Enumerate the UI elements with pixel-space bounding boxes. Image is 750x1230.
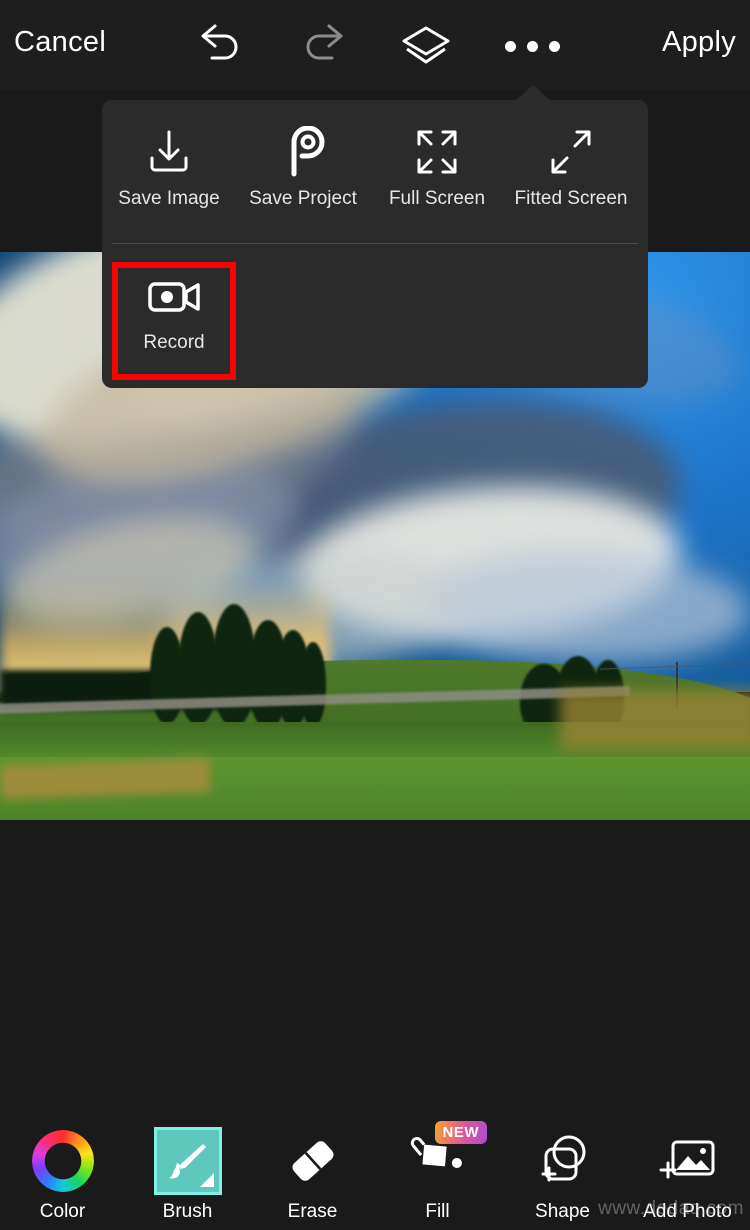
more-options-menu: Save Image Save Project Full Screen Fitt…	[102, 100, 648, 388]
brush-selected-tile	[153, 1127, 222, 1195]
apply-button[interactable]: Apply	[662, 26, 736, 59]
shapes-icon	[524, 1127, 602, 1195]
paint-brush-icon	[149, 1127, 227, 1195]
redo-icon[interactable]	[296, 18, 352, 74]
menu-item-label: Full Screen	[388, 188, 486, 209]
new-badge: NEW	[434, 1121, 487, 1145]
dry-grass-right	[560, 690, 750, 750]
undo-icon[interactable]	[192, 18, 248, 74]
tool-label: Shape	[535, 1201, 590, 1222]
tool-brush[interactable]: Brush	[125, 1115, 250, 1230]
three-dots-glyph	[504, 40, 560, 52]
three-dots-icon[interactable]	[504, 18, 560, 74]
video-camera-icon	[145, 262, 203, 332]
color-wheel-icon	[24, 1127, 102, 1195]
eraser-icon	[274, 1127, 352, 1195]
menu-item-record[interactable]: Record	[112, 252, 236, 370]
tool-label: Fill	[425, 1201, 450, 1222]
menu-item-full-screen[interactable]: Full Screen	[370, 100, 504, 224]
menu-item-label: Save Project	[249, 188, 357, 209]
bottom-toolbar: Color Brush Erase NEW Fill Shape Add Pho…	[0, 1115, 750, 1230]
menu-item-label: Fitted Screen	[514, 188, 628, 209]
menu-caret	[515, 85, 551, 101]
top-toolbar: Cancel Apply	[0, 0, 750, 90]
tool-label: Color	[39, 1201, 86, 1222]
tool-fill[interactable]: NEW Fill	[375, 1115, 500, 1230]
expand-four-arrows-icon	[409, 116, 465, 188]
tool-erase[interactable]: Erase	[250, 1115, 375, 1230]
fit-two-arrows-icon	[543, 116, 599, 188]
menu-row-primary: Save Image Save Project Full Screen Fitt…	[102, 100, 648, 224]
picsart-logo-icon	[277, 116, 329, 188]
paint-bucket-icon: NEW	[399, 1121, 487, 1195]
tool-label: Brush	[162, 1201, 213, 1222]
layers-icon[interactable]	[398, 18, 454, 74]
brush-corner-marker	[199, 1173, 214, 1187]
add-photo-icon	[649, 1127, 727, 1195]
watermark: www.dedaq.com	[598, 1198, 744, 1219]
menu-item-label: Save Image	[118, 188, 220, 209]
tree	[300, 642, 326, 726]
menu-item-save-project[interactable]: Save Project	[236, 100, 370, 224]
photo-editor-screen: Cancel Apply Save Image Save Project Ful…	[0, 0, 750, 1230]
menu-row-secondary: Record	[102, 252, 648, 370]
tool-color[interactable]: Color	[0, 1115, 125, 1230]
menu-item-fitted-screen[interactable]: Fitted Screen	[504, 100, 638, 224]
menu-item-label: Record	[143, 332, 205, 353]
menu-item-save-image[interactable]: Save Image	[102, 100, 236, 224]
tool-label: Erase	[287, 1201, 338, 1222]
download-icon	[143, 116, 195, 188]
menu-divider	[112, 243, 638, 244]
cancel-button[interactable]: Cancel	[14, 26, 106, 59]
